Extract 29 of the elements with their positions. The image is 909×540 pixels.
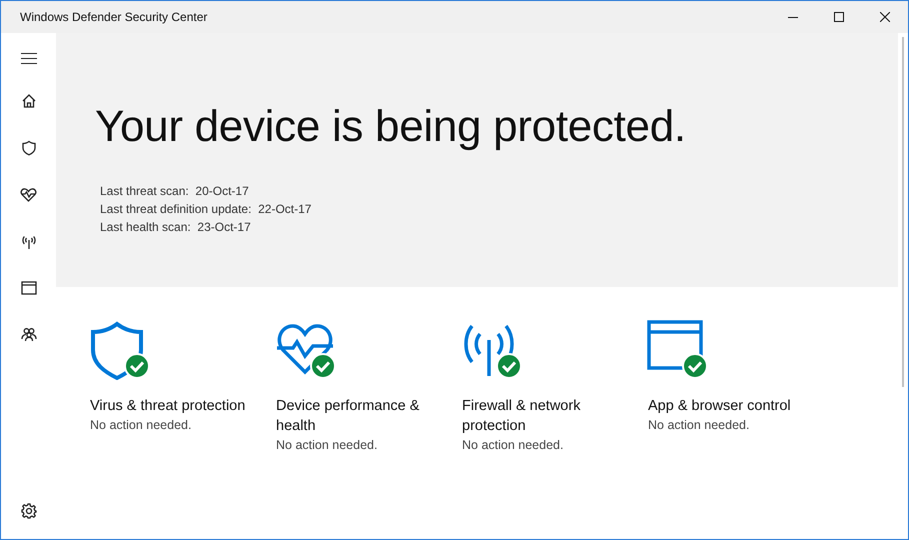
shield-icon[interactable]: [20, 140, 36, 156]
security-tile[interactable]: Virus & threat protection No action needed.: [89, 320, 275, 455]
menu-icon: [20, 52, 36, 64]
security-tile[interactable]: App & browser control No action needed.: [647, 320, 833, 455]
tile-title: Device performance & health: [276, 397, 420, 436]
tile-status: No action needed.: [648, 417, 750, 434]
scan-info: Last threat definition update: 22-Oct-17: [100, 201, 312, 218]
close-icon: [880, 12, 890, 22]
security-tile[interactable]: Firewall & network protection No action needed.: [461, 320, 647, 455]
settings-icon[interactable]: [20, 503, 36, 519]
heart-pulse-icon[interactable]: [20, 187, 37, 203]
tile-status: No action needed.: [90, 417, 192, 434]
maximize-icon: [834, 12, 844, 22]
tile-title: Virus & threat protection: [90, 397, 246, 416]
scan-info: Last threat scan: 20-Oct-17: [100, 183, 250, 200]
window-title: Windows Defender Security Center: [20, 9, 208, 26]
scan-info: Last health scan: 23-Oct-17: [100, 219, 252, 236]
home-icon[interactable]: [20, 93, 36, 109]
scrollbar[interactable]: [902, 37, 904, 387]
tile-status: No action needed.: [462, 437, 564, 454]
minimize-icon: [788, 16, 798, 18]
antenna-icon[interactable]: [20, 234, 36, 250]
people-icon[interactable]: [20, 326, 36, 342]
browser-window-icon[interactable]: [20, 281, 36, 295]
tile-title: App & browser control: [648, 397, 792, 416]
security-tile[interactable]: Device performance & health No action needed.: [275, 320, 461, 455]
tile-title: Firewall & network protection: [462, 397, 582, 436]
status-heading: Your device is being protected.: [95, 101, 687, 153]
tile-status: No action needed.: [276, 437, 378, 454]
